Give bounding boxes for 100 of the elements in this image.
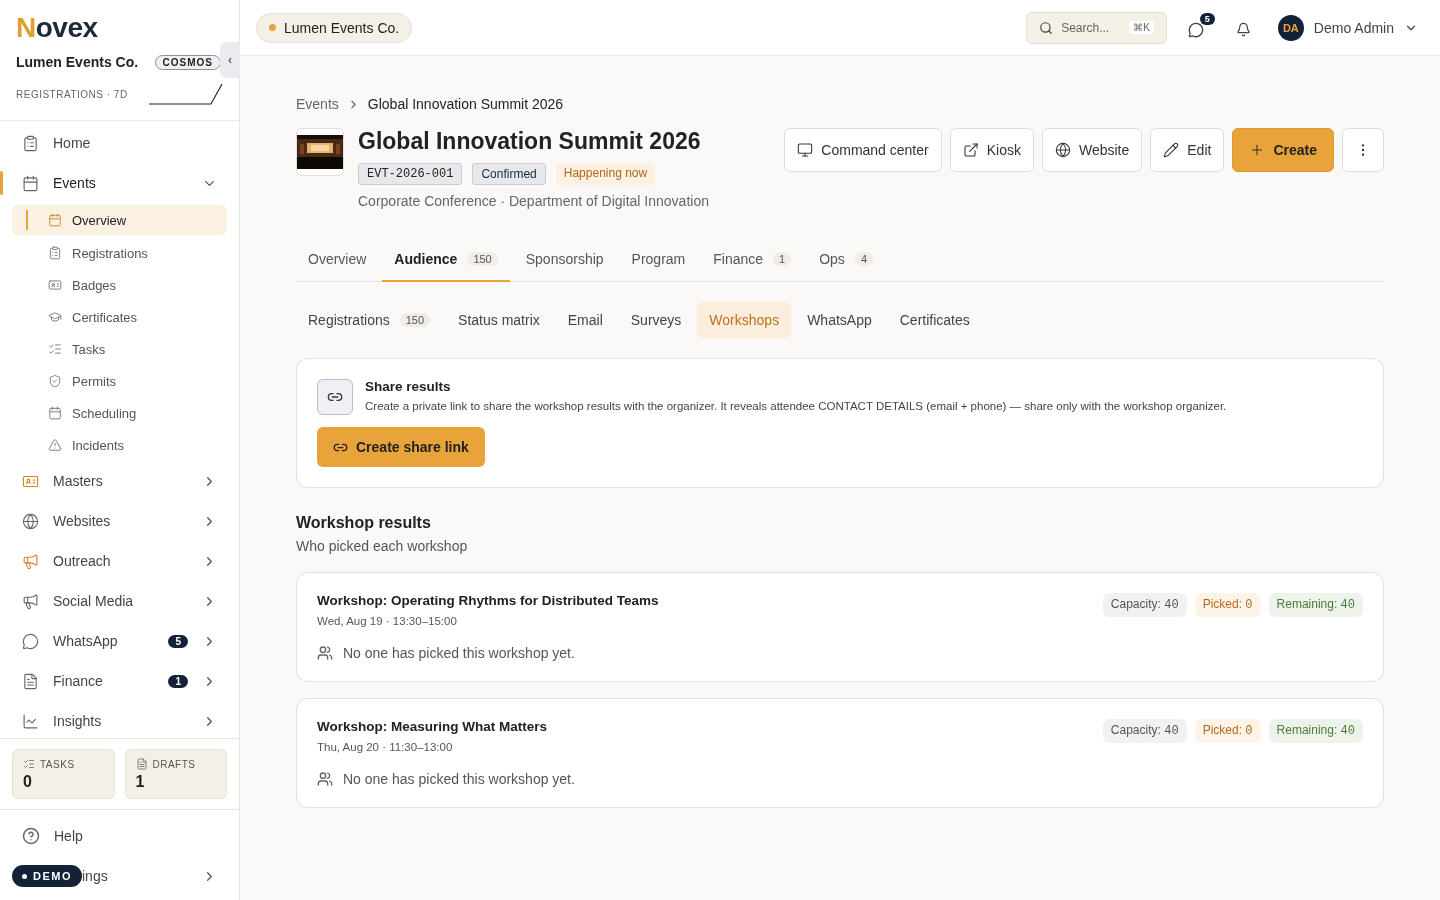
nav-item[interactable]: Events <box>0 163 227 203</box>
action-button[interactable]: Website <box>1041 128 1143 172</box>
plan-tag: COSMOS <box>154 54 221 70</box>
subtab[interactable]: Surveys <box>618 302 694 338</box>
nav-subitem[interactable]: Scheduling <box>12 397 227 429</box>
workshop-title: Workshop: Operating Rhythms for Distributed Teams <box>317 593 659 608</box>
tab[interactable]: Program <box>619 239 698 282</box>
document-icon <box>135 758 148 770</box>
create-share-link-button[interactable]: Create share link <box>317 427 485 467</box>
stat-label: TASKS <box>40 758 75 770</box>
checklist-icon <box>48 342 62 356</box>
nav-item[interactable]: Outreach <box>0 541 227 581</box>
user-menu[interactable]: DA Demo Admin <box>1277 14 1418 41</box>
shortcut-hint: ⌘K <box>1129 21 1154 34</box>
megaphone-icon <box>22 592 39 610</box>
share-description: Create a private link to share the workshop results with the organizer. It reveals attendee CONTACT DETAILS (email + phone) — share only with the workshop organizer. <box>365 400 1227 412</box>
stat-card[interactable]: TASKS 0 <box>12 749 115 799</box>
checklist-icon <box>23 758 35 770</box>
action-button[interactable]: Edit <box>1150 128 1225 172</box>
workshop-time: Wed, Aug 19 · 13:30–15:00 <box>317 615 458 627</box>
tab-count: 1 <box>773 252 792 266</box>
subtab[interactable]: Certificates <box>887 302 982 338</box>
nav-subitem[interactable]: Certificates <box>12 301 227 333</box>
count-badge: 5 <box>168 634 188 648</box>
stat-value: 1 <box>135 773 146 791</box>
live-tag: Happening now <box>555 163 656 185</box>
picked-tag: Picked: 0 <box>1194 719 1261 743</box>
people-icon <box>317 645 333 661</box>
tab[interactable]: Ops 4 <box>807 239 885 282</box>
messages-button[interactable]: 5 <box>1182 12 1215 43</box>
workshop-title: Workshop: Measuring What Matters <box>317 719 548 734</box>
nav-subitem[interactable]: Permits <box>12 365 227 397</box>
megaphone-icon <box>22 552 39 570</box>
subtab[interactable]: Status matrix <box>446 302 552 338</box>
tab[interactable]: Finance 1 <box>701 239 804 282</box>
subtab[interactable]: WhatsApp <box>795 302 884 338</box>
globe-icon <box>1054 142 1071 158</box>
tab-count: 150 <box>399 313 431 327</box>
event-code: EVT-2026-001 <box>358 163 463 185</box>
tab-count: 150 <box>467 252 498 266</box>
organization-chip[interactable]: Lumen Events Co. <box>256 12 413 43</box>
pencil-icon <box>1163 142 1180 158</box>
event-title: Global Innovation Summit 2026 <box>358 128 702 155</box>
count-badge: 5 <box>1199 12 1215 25</box>
subtab[interactable]: Email <box>555 302 615 338</box>
subtab[interactable]: Registrations 150 <box>296 302 443 338</box>
id-card-icon <box>48 278 62 292</box>
nav-subitem[interactable]: Overview <box>12 205 227 235</box>
action-button[interactable]: Command center <box>784 128 942 172</box>
avatar: DA <box>1277 14 1304 41</box>
warning-icon <box>48 438 62 452</box>
create-button[interactable]: Create <box>1232 128 1334 172</box>
chat-icon <box>22 632 39 650</box>
empty-message: No one has picked this workshop yet. <box>343 645 575 661</box>
document-icon <box>22 672 39 690</box>
breadcrumb-link[interactable]: Events <box>296 96 339 112</box>
nav-item[interactable]: Help <box>12 816 227 856</box>
stat-value: 0 <box>23 773 33 791</box>
demo-badge: DEMO <box>12 865 82 887</box>
clipboard-icon <box>48 246 62 260</box>
breadcrumb-link[interactable]: Global Innovation Summit 2026 <box>367 96 564 112</box>
nav-item[interactable]: Social Media <box>0 581 227 621</box>
capacity-tag: Capacity: 40 <box>1102 719 1187 743</box>
bell-icon <box>1235 22 1251 37</box>
action-button[interactable]: Kiosk <box>949 128 1034 172</box>
remaining-tag: Remaining: 40 <box>1268 593 1363 617</box>
tab[interactable]: Overview <box>296 239 379 282</box>
nav-subitem[interactable]: Incidents <box>12 429 227 461</box>
search-bar[interactable]: Search... ⌘K <box>1026 11 1167 44</box>
search-icon <box>1039 20 1054 35</box>
chat-icon <box>1187 21 1204 38</box>
calendar-icon <box>48 406 62 420</box>
empty-message: No one has picked this workshop yet. <box>343 771 575 787</box>
nav-item[interactable]: WhatsApp 5 <box>0 621 227 661</box>
chart-icon <box>22 712 39 730</box>
tab[interactable]: Audience 150 <box>382 239 510 282</box>
nav-item[interactable]: Finance 1 <box>0 661 227 701</box>
nav-subitem[interactable]: Registrations <box>12 237 227 269</box>
calendar-icon <box>22 174 39 192</box>
nav-item[interactable]: Home <box>0 123 227 163</box>
tab[interactable]: Sponsorship <box>513 239 616 282</box>
collapse-button[interactable]: ‹ <box>220 42 240 78</box>
count-badge: 1 <box>168 674 188 688</box>
stat-label: DRAFTS <box>152 758 196 770</box>
logo: Novex <box>16 14 99 42</box>
capacity-tag: Capacity: 40 <box>1102 593 1187 617</box>
search-input[interactable]: Search... <box>1061 20 1122 35</box>
workshop-time: Thu, Aug 20 · 11:30–13:00 <box>317 741 454 753</box>
calendar-icon <box>48 213 62 227</box>
nav-item-label[interactable]: ings <box>82 868 202 884</box>
nav-item[interactable]: Websites <box>0 501 227 541</box>
nav-subitem[interactable]: Tasks <box>12 333 227 365</box>
monitor-icon <box>797 142 814 158</box>
stat-card[interactable]: DRAFTS 1 <box>124 749 227 799</box>
share-title: Share results <box>365 379 452 394</box>
nav-item[interactable]: Insights <box>0 701 227 738</box>
remaining-tag: Remaining: 40 <box>1268 719 1363 743</box>
help-icon <box>22 827 40 845</box>
nav-subitem[interactable]: Badges <box>12 269 227 301</box>
nav-item[interactable]: Masters <box>0 461 227 501</box>
